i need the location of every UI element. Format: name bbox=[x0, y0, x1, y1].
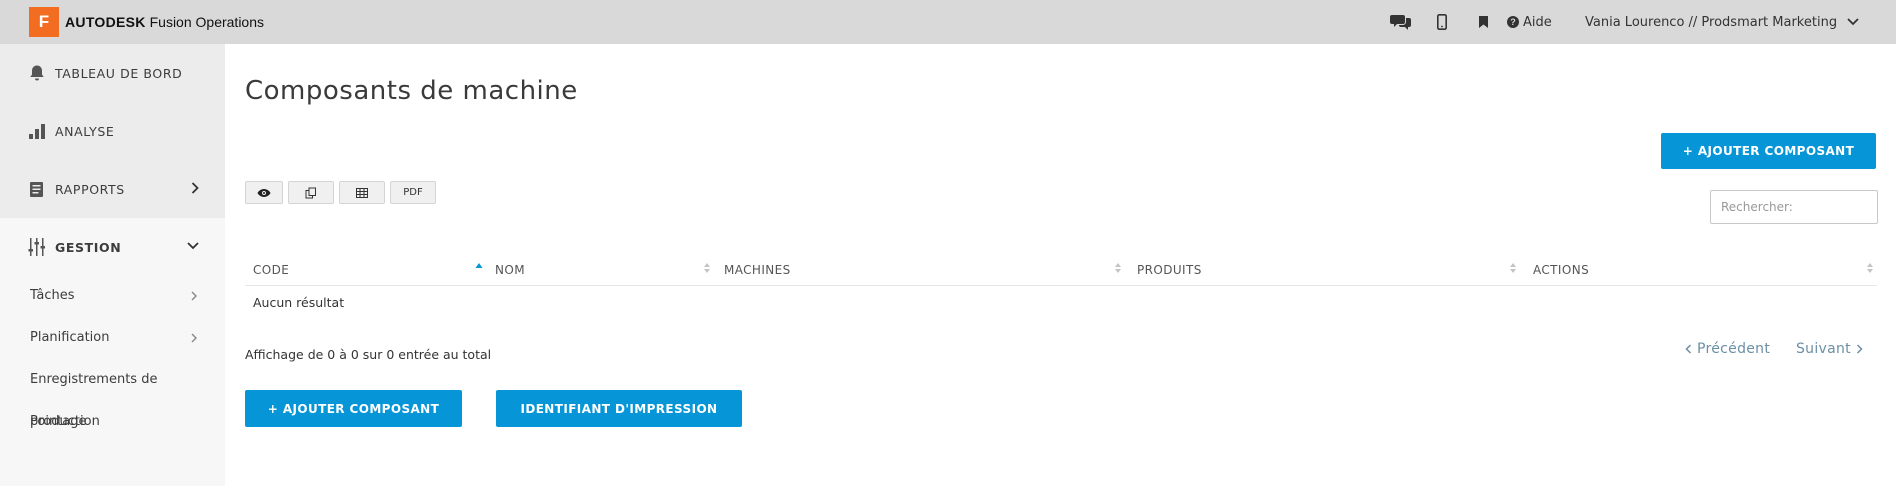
sidebar-item-label: RAPPORTS bbox=[55, 181, 125, 197]
column-header-products[interactable]: PRODUITS bbox=[1137, 258, 1202, 282]
csv-export-button[interactable] bbox=[339, 181, 385, 204]
sort-both-icon[interactable] bbox=[1114, 262, 1122, 274]
pagination-next[interactable]: Suivant bbox=[1796, 341, 1863, 357]
pagination-next-label: Suivant bbox=[1796, 341, 1851, 357]
search-input[interactable] bbox=[1710, 190, 1878, 224]
sidebar-item-management[interactable]: GESTION bbox=[0, 218, 225, 276]
user-label: Vania Lourenco // Prodsmart Marketing bbox=[1585, 14, 1838, 30]
sidebar-item-dashboard[interactable]: TABLEAU DE BORD bbox=[0, 44, 225, 102]
chevron-down-icon bbox=[187, 242, 199, 250]
main-content: Composants de machine + AJOUTER COMPOSAN… bbox=[225, 44, 1896, 442]
sidebar-item-label: GESTION bbox=[55, 239, 122, 255]
sidebar-item-label: TABLEAU DE BORD bbox=[55, 65, 183, 81]
pagination-previous[interactable]: Précédent bbox=[1685, 341, 1770, 357]
sidebar-subitem-tasks[interactable]: Tâches bbox=[0, 274, 225, 316]
sort-both-icon[interactable] bbox=[1866, 262, 1874, 274]
eye-icon bbox=[257, 188, 271, 197]
chevron-left-icon bbox=[1685, 344, 1692, 354]
sidebar-subitem-planning[interactable]: Planification bbox=[0, 316, 225, 358]
table-empty-message: Aucun résultat bbox=[253, 295, 345, 310]
top-bar: F AUTODESK Fusion Operations ? Aide Vani… bbox=[0, 0, 1896, 44]
app-logo[interactable]: F AUTODESK Fusion Operations bbox=[29, 7, 265, 37]
pagination-previous-label: Précédent bbox=[1697, 341, 1771, 357]
question-icon: ? bbox=[1507, 16, 1519, 28]
copy-icon bbox=[305, 187, 316, 198]
sidebar-item-analysis[interactable]: ANALYSE bbox=[0, 102, 225, 160]
fusion-logo-icon: F bbox=[29, 7, 59, 37]
table-divider bbox=[245, 285, 1877, 286]
sidebar-item-reports[interactable]: RAPPORTS bbox=[0, 160, 225, 218]
sort-both-icon[interactable] bbox=[703, 262, 711, 274]
pdf-label: PDF bbox=[403, 187, 423, 198]
column-visibility-button[interactable] bbox=[245, 181, 283, 204]
bar-chart-icon bbox=[28, 122, 50, 140]
chevron-down-icon bbox=[1847, 18, 1859, 26]
sidebar-subitem-production-records[interactable]: Enregistrements de bbox=[0, 358, 225, 400]
sidebar-subitem-label: Pointage bbox=[30, 413, 87, 429]
sort-asc-icon[interactable] bbox=[475, 262, 483, 272]
sidebar-subitem-label: Tâches bbox=[30, 287, 75, 303]
sort-both-icon[interactable] bbox=[1509, 262, 1517, 274]
column-header-machines[interactable]: MACHINES bbox=[724, 258, 791, 282]
chevron-right-icon bbox=[191, 333, 197, 343]
column-header-name[interactable]: NOM bbox=[495, 258, 525, 282]
user-menu[interactable]: Vania Lourenco // Prodsmart Marketing bbox=[1585, 0, 1859, 44]
sidebar: TABLEAU DE BORD ANALYSE RAPPORTS GESTION… bbox=[0, 44, 225, 486]
chevron-right-icon bbox=[191, 291, 197, 301]
column-header-code[interactable]: CODE bbox=[253, 258, 289, 282]
report-icon bbox=[28, 180, 50, 198]
sidebar-subitem-label: Enregistrements de bbox=[30, 371, 158, 387]
pdf-export-button[interactable]: PDF bbox=[390, 181, 436, 204]
bookmark-icon[interactable] bbox=[1479, 16, 1488, 28]
sidebar-subitem-time-tracking[interactable]: Pointage bbox=[0, 400, 225, 442]
help-label: Aide bbox=[1523, 14, 1552, 30]
print-id-button[interactable]: IDENTIFIANT D'IMPRESSION bbox=[496, 390, 742, 427]
chevron-right-icon bbox=[1856, 344, 1863, 354]
table-icon bbox=[356, 187, 368, 198]
chat-icon[interactable] bbox=[1390, 13, 1412, 31]
logo-product: Fusion Operations bbox=[149, 14, 265, 30]
sidebar-item-label: ANALYSE bbox=[55, 123, 115, 139]
logo-brand: AUTODESK bbox=[65, 14, 146, 30]
copy-button[interactable] bbox=[288, 181, 334, 204]
page-title: Composants de machine bbox=[245, 76, 578, 106]
table-info: Affichage de 0 à 0 sur 0 entrée au total bbox=[245, 347, 492, 362]
mobile-icon[interactable] bbox=[1437, 14, 1447, 30]
help-link[interactable]: ? Aide bbox=[1507, 0, 1552, 44]
sidebar-subitem-label: Planification bbox=[30, 329, 110, 345]
bell-icon bbox=[28, 64, 50, 82]
chevron-right-icon bbox=[191, 182, 199, 194]
column-header-actions[interactable]: ACTIONS bbox=[1533, 258, 1589, 282]
sliders-icon bbox=[28, 237, 50, 257]
add-component-button-top[interactable]: + AJOUTER COMPOSANT bbox=[1661, 133, 1876, 169]
add-component-button-bottom[interactable]: + AJOUTER COMPOSANT bbox=[245, 390, 462, 427]
